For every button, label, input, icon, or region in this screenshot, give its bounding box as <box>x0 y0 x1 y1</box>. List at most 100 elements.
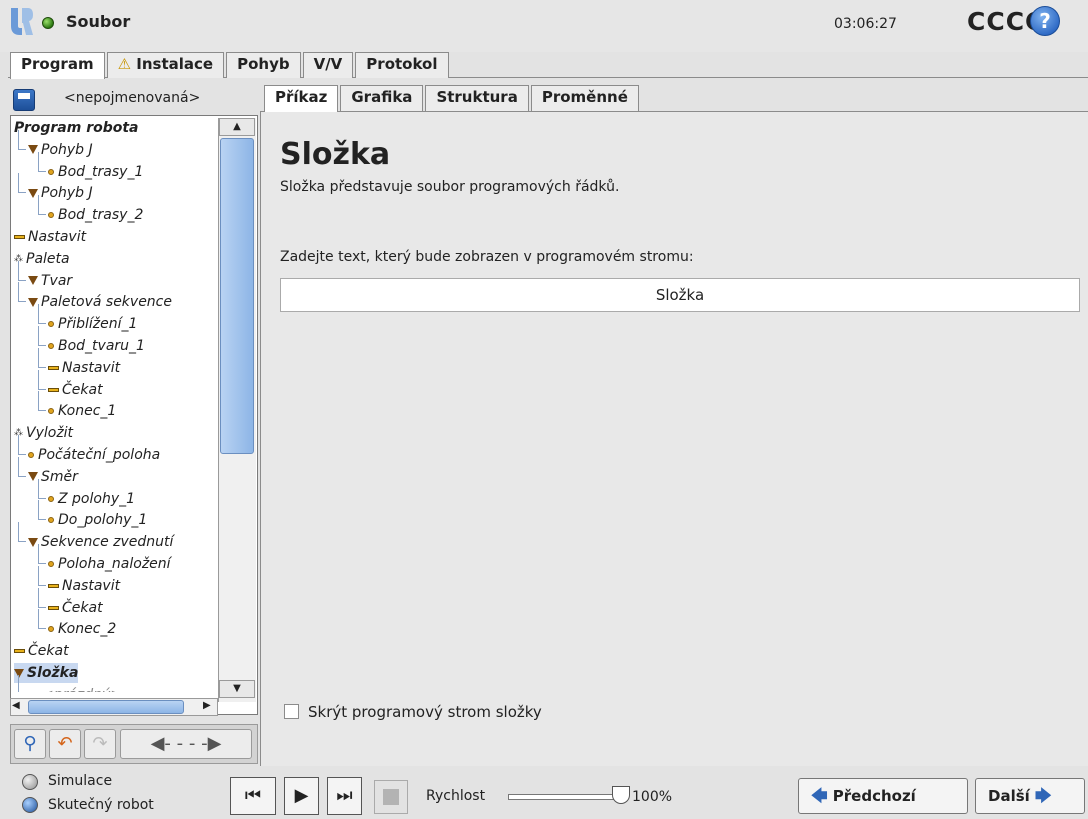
tree-connector <box>18 173 26 194</box>
search-icon[interactable]: ⚲ <box>14 729 46 759</box>
tree-node[interactable]: Čekat <box>48 380 103 400</box>
tab-installation[interactable]: ⚠ Instalace <box>106 52 225 78</box>
waypoint-icon <box>48 168 54 175</box>
scroll-down-button[interactable]: ▼ <box>219 680 255 698</box>
tree-node[interactable]: Přiblížení_1 <box>48 314 137 334</box>
action-bar-icon <box>48 387 59 392</box>
tree-node[interactable]: Paletová sekvence <box>28 292 172 312</box>
simulation-radio[interactable] <box>22 774 38 790</box>
tree-node[interactable]: Poloha_naložení <box>48 554 171 574</box>
play-button[interactable]: ▶ <box>284 777 319 815</box>
next-button[interactable]: Další 🡆 <box>975 778 1085 814</box>
tree-node-label: Sekvence zvednutí <box>41 534 174 551</box>
tree-vertical-scroll-thumb[interactable] <box>220 138 254 454</box>
hide-tree-checkbox[interactable] <box>284 704 299 719</box>
speed-label: Rychlost <box>426 788 486 804</box>
speed-slider[interactable] <box>508 794 624 800</box>
top-bar <box>0 0 1088 52</box>
tree-node[interactable]: <prázdný> <box>28 685 122 692</box>
speed-slider-thumb[interactable] <box>612 786 630 804</box>
tree-node[interactable]: Počáteční_poloha <box>28 445 160 465</box>
tree-node-label: Pohyb J <box>41 185 93 202</box>
waypoint-icon <box>48 626 54 633</box>
tree-node[interactable]: Tvar <box>28 271 72 291</box>
tree-node[interactable]: Nastavit <box>48 358 120 378</box>
ur-logo-icon <box>11 8 33 35</box>
tree-node[interactable]: Bod_trasy_1 <box>48 162 143 182</box>
tree-node-label: Konec_1 <box>58 403 117 420</box>
waypoint-icon <box>48 495 54 502</box>
tree-node-label: Bod_trasy_2 <box>58 207 144 224</box>
tree-node[interactable]: Směr <box>28 467 78 487</box>
program-tree: Program robota Pohyb J Bod_trasy_1 Pohyb J B… <box>12 118 218 692</box>
tree-connector <box>18 260 26 281</box>
help-icon[interactable]: ? <box>1030 6 1060 36</box>
rewind-button[interactable]: ⏮ <box>230 777 276 815</box>
tree-node[interactable]: Nastavit <box>14 227 86 247</box>
step-icon: ⏭ <box>336 785 353 806</box>
action-bar-icon <box>48 605 59 610</box>
real-robot-label: Skutečný robot <box>48 797 154 813</box>
tab-structure[interactable]: Struktura <box>425 85 529 111</box>
tree-node[interactable]: Konec_2 <box>48 619 116 639</box>
scroll-up-button[interactable]: ▲ <box>219 118 255 136</box>
tree-connector <box>38 304 46 325</box>
speed-value: 100% <box>632 789 673 805</box>
tree-node-label: Z polohy_1 <box>58 490 136 507</box>
tree-node[interactable]: Program robota <box>14 118 139 138</box>
step-button[interactable]: ⏭ <box>327 777 362 815</box>
tree-horizontal-scroll-thumb[interactable] <box>28 700 184 714</box>
move-triangle-icon <box>28 537 38 547</box>
tree-connector <box>18 129 26 150</box>
tree-node[interactable]: Sekvence zvednutí <box>28 532 173 552</box>
sub-tab-bar: Příkaz Grafika Struktura Proměnné <box>264 85 641 112</box>
page-title: Složka <box>280 137 391 172</box>
tree-node-label: Pohyb J <box>41 141 93 158</box>
action-bar-icon <box>14 649 25 654</box>
tab-command[interactable]: Příkaz <box>264 85 339 112</box>
stop-button[interactable] <box>374 780 408 814</box>
tab-io[interactable]: V/V <box>302 52 354 78</box>
tree-node[interactable]: Nastavit <box>48 576 120 596</box>
save-icon[interactable] <box>13 89 35 111</box>
previous-button[interactable]: 🡄 Předchozí <box>798 778 968 814</box>
tree-connector <box>38 347 46 368</box>
command-panel <box>260 111 1088 766</box>
file-menu-button[interactable]: Soubor <box>66 12 130 31</box>
tree-node[interactable]: Čekat <box>14 641 69 661</box>
tree-node-label: Poloha_naložení <box>58 556 171 572</box>
scroll-right-button[interactable]: ▶ <box>203 700 211 711</box>
tab-move[interactable]: Pohyb <box>226 52 301 78</box>
tree-node-label: Nastavit <box>62 359 121 376</box>
redo-icon[interactable]: ↷ <box>84 729 116 759</box>
tree-node[interactable]: Bod_tvaru_1 <box>48 336 145 356</box>
tree-connector <box>38 565 46 586</box>
tab-variables[interactable]: Proměnné <box>530 85 639 111</box>
waypoint-icon <box>48 212 54 219</box>
tree-node-label: Paleta <box>26 250 70 267</box>
tree-node[interactable]: Bod_trasy_2 <box>48 205 143 225</box>
tree-node-label: Složka <box>27 665 79 681</box>
waypoint-icon <box>48 343 54 349</box>
simulation-label: Simulace <box>48 773 113 789</box>
tree-node-label: Vyložit <box>26 425 74 442</box>
folder-name-input[interactable]: Složka <box>280 278 1080 312</box>
real-robot-radio[interactable] <box>22 797 38 813</box>
scroll-left-button[interactable]: ◀ <box>12 700 20 711</box>
arrow-right-icon: 🡆 <box>1035 786 1052 805</box>
tree-node-label: Program robota <box>14 120 139 136</box>
hide-tree-label: Skrýt programový strom složky <box>308 703 542 721</box>
tab-graphics[interactable]: Grafika <box>340 85 424 111</box>
tab-log[interactable]: Protokol <box>355 52 449 78</box>
undo-icon[interactable]: ↶ <box>49 729 81 759</box>
tree-connector <box>38 587 46 608</box>
action-bar-icon <box>14 235 25 239</box>
tree-node[interactable]: Z polohy_1 <box>48 489 135 509</box>
expand-tree-button[interactable]: ◀- - - -▶ <box>120 729 252 759</box>
tree-node[interactable]: Čekat <box>48 598 103 618</box>
tree-connector <box>18 282 26 303</box>
waypoint-icon <box>48 408 54 415</box>
tree-node[interactable]: Konec_1 <box>48 401 116 421</box>
tree-node[interactable]: Do_polohy_1 <box>48 510 147 530</box>
tab-program[interactable]: Program <box>10 52 105 79</box>
